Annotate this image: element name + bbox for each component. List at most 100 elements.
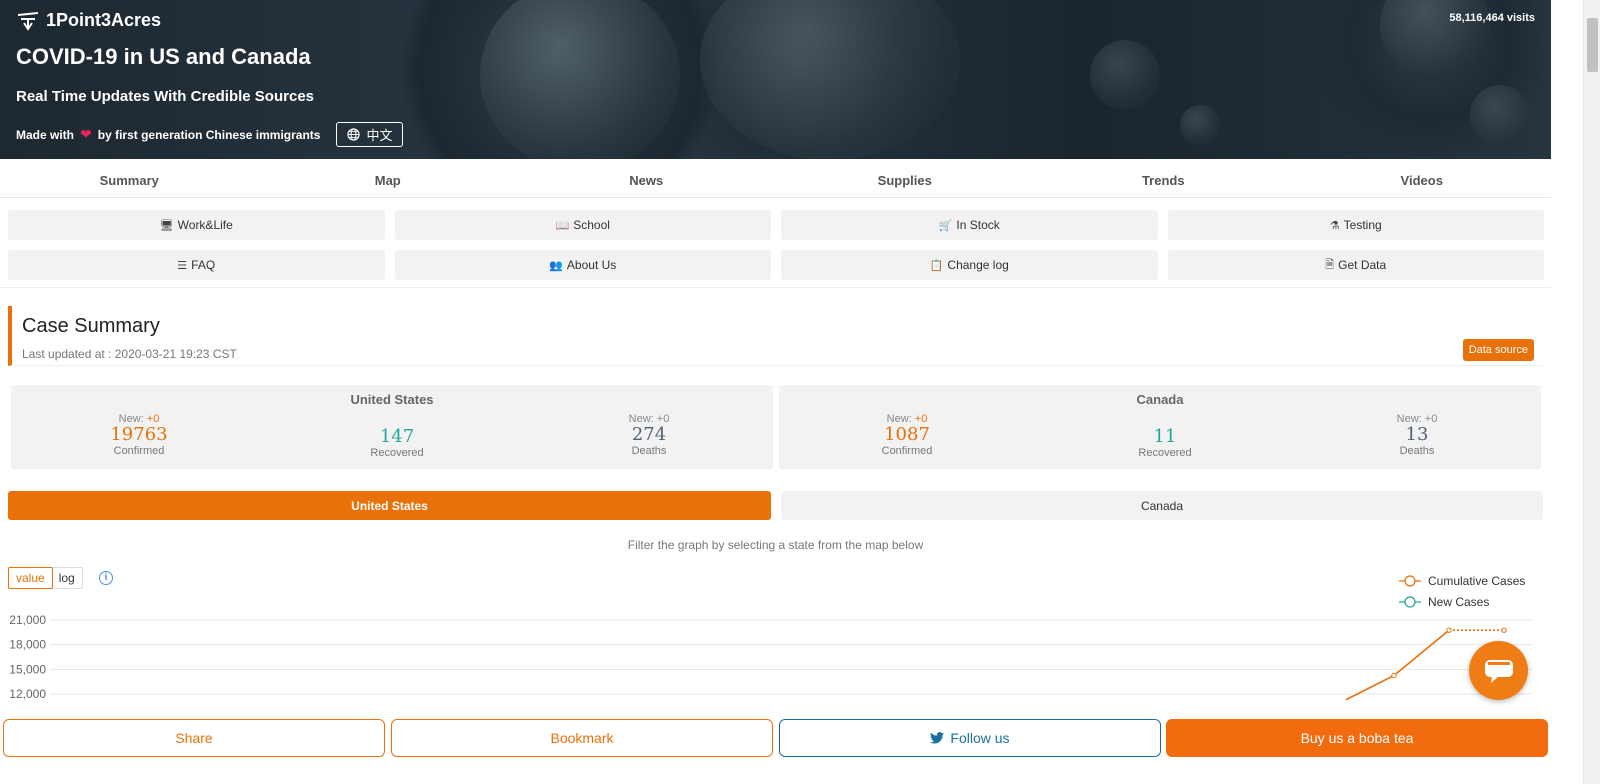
confirmed-value: 1087 [884, 424, 930, 445]
brand[interactable]: 1Point3Acres [16, 10, 161, 31]
chat-button[interactable] [1469, 641, 1528, 700]
recovered-label: Recovered [1138, 447, 1192, 459]
hero-banner: 1Point3Acres COVID-19 in US and Canada R… [0, 0, 1551, 159]
recovered-value: 11 [1153, 426, 1177, 447]
us-confirmed-stat: New: +0 19763 Confirmed [64, 413, 214, 457]
virus-cell-image [480, 0, 680, 159]
sub-nav: 🖥 Work&Life 📖 School 🛒 In Stock ⚗ Testin… [8, 210, 1544, 280]
confirmed-label: Confirmed [881, 445, 933, 457]
legend-marker [1404, 575, 1416, 587]
deaths-value: 274 [631, 424, 667, 445]
scale-log-option[interactable]: log [52, 568, 82, 588]
change-log-label: Change log [947, 258, 1009, 272]
deaths-label: Deaths [1399, 445, 1435, 457]
us-summary-card: United States New: +0 19763 Confirmed 14… [11, 385, 773, 469]
data-source-button[interactable]: Data source [1462, 339, 1534, 361]
us-deaths-stat: New: +0 274 Deaths [574, 413, 724, 457]
tab-map[interactable]: Map [259, 159, 518, 197]
ca-confirmed-stat: New: +0 1087 Confirmed [832, 413, 982, 457]
buy-boba-tea-label: Buy us a boba tea [1300, 730, 1414, 746]
flask-icon: ⚗ [1329, 219, 1340, 232]
copy-icon: 📋 [929, 259, 944, 272]
list-icon: ☰ [177, 259, 188, 272]
scale-value-option[interactable]: value [8, 567, 53, 589]
y-tick-label: 18,000 [9, 638, 46, 652]
about-us-button[interactable]: 👥 About Us [394, 250, 771, 280]
document-icon: 🗎 [1325, 258, 1335, 271]
tab-summary[interactable]: Summary [0, 159, 259, 197]
deaths-label: Deaths [631, 445, 667, 457]
logo-icon [16, 11, 40, 31]
filter-hint: Filter the graph by selecting a state fr… [627, 538, 924, 552]
y-tick-label: 21,000 [9, 613, 46, 627]
tab-trends[interactable]: Trends [1034, 159, 1293, 197]
school-label: School [573, 218, 610, 232]
buy-boba-tea-button[interactable]: Buy us a boba tea [1166, 719, 1548, 757]
recovered-value: 147 [379, 426, 415, 447]
tab-videos[interactable]: Videos [1293, 159, 1552, 197]
share-button[interactable]: Share [3, 719, 385, 757]
country-name: United States [350, 392, 434, 407]
about-us-label: About Us [566, 258, 617, 272]
cases-chart: 21,000 18,000 15,000 12,000 Cumulative Cases… [0, 566, 1551, 711]
us-recovered-stat: 147 Recovered [322, 426, 472, 460]
chat-icon [1484, 659, 1513, 683]
get-data-label: Get Data [1338, 258, 1387, 272]
confirmed-value: 19763 [110, 424, 168, 445]
bookmark-label: Bookmark [550, 730, 614, 746]
in-stock-label: In Stock [956, 218, 1000, 232]
last-updated: Last updated at : 2020-03-21 19:23 CST [22, 347, 237, 361]
tab-news[interactable]: News [517, 159, 776, 197]
scrollbar-thumb[interactable] [1587, 18, 1598, 72]
work-life-button[interactable]: 🖥 Work&Life [8, 210, 385, 240]
canada-toggle[interactable]: Canada [781, 491, 1543, 520]
chart-svg: 21,000 18,000 15,000 12,000 Cumulative Cases… [9, 574, 1533, 701]
in-stock-button[interactable]: 🛒 In Stock [781, 210, 1158, 240]
data-point [1391, 672, 1397, 679]
globe-icon [347, 128, 361, 141]
scale-switch: value log [8, 567, 83, 589]
page-subtitle: Real Time Updates With Credible Sources [16, 88, 315, 105]
page-title: COVID-19 in US and Canada [16, 44, 311, 69]
work-life-label: Work&Life [177, 218, 233, 232]
deaths-value: 13 [1405, 424, 1429, 445]
ca-recovered-stat: 11 Recovered [1090, 426, 1240, 460]
page-scrollbar[interactable] [1583, 0, 1600, 784]
get-data-button[interactable]: 🗎 Get Data [1167, 250, 1544, 280]
y-tick-label: 15,000 [9, 662, 46, 676]
united-states-toggle[interactable]: United States [8, 491, 771, 520]
bookmark-button[interactable]: Bookmark [391, 719, 773, 757]
testing-button[interactable]: ⚗ Testing [1167, 210, 1544, 240]
made-suffix: by first generation Chinese immigrants [97, 127, 321, 142]
series-line [1345, 629, 1450, 701]
follow-us-button[interactable]: Follow us [779, 719, 1161, 757]
testing-label: Testing [1343, 218, 1382, 232]
canada-summary-card: Canada New: +0 1087 Confirmed 11 Recover… [779, 385, 1541, 469]
info-icon[interactable]: i [99, 571, 113, 585]
twitter-icon [930, 732, 945, 744]
virus-cell-image [700, 0, 960, 159]
made-with-line: Made with ❤ by first generation Chinese … [16, 122, 404, 147]
cart-icon: 🛒 [938, 219, 953, 232]
brand-name: 1Point3Acres [46, 10, 162, 30]
main-nav: Summary Map News Supplies Trends Videos [0, 159, 1551, 198]
visit-counter: 58,116,464 visits [1449, 12, 1535, 24]
country-name: Canada [1136, 392, 1184, 407]
legend-label: New Cases [1428, 595, 1489, 609]
data-point [1446, 627, 1452, 633]
virus-cell-image [1470, 85, 1530, 145]
language-button[interactable]: 中文 [336, 122, 404, 147]
tab-supplies[interactable]: Supplies [776, 159, 1035, 197]
monitor-icon: 🖥 [159, 219, 174, 232]
case-summary-title: Case Summary [22, 315, 160, 337]
change-log-button[interactable]: 📋 Change log [781, 250, 1158, 280]
faq-button[interactable]: ☰ FAQ [8, 250, 385, 280]
heart-icon: ❤ [80, 126, 92, 142]
book-icon: 📖 [555, 219, 570, 232]
follow-us-label: Follow us [950, 730, 1010, 746]
bottom-action-bar: Share Bookmark Follow us Buy us a boba t… [0, 711, 1551, 784]
school-button[interactable]: 📖 School [394, 210, 771, 240]
faq-label: FAQ [191, 258, 216, 272]
made-prefix: Made with [16, 127, 75, 142]
y-tick-label: 12,000 [9, 687, 46, 701]
